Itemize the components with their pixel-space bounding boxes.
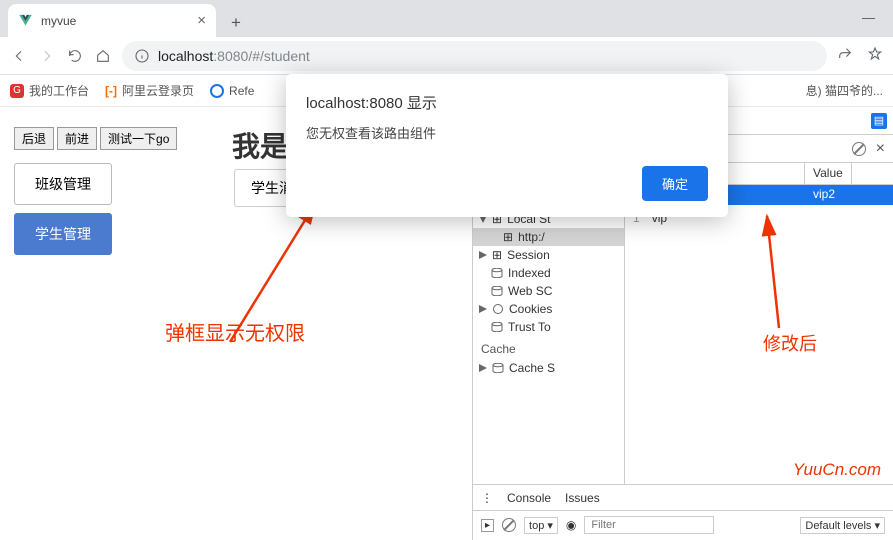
- forward-button: [38, 47, 56, 65]
- bookmark-item[interactable]: G我的工作台: [10, 82, 89, 99]
- eye-icon[interactable]: ◉: [566, 518, 576, 532]
- info-icon: [134, 48, 150, 64]
- issues-tab[interactable]: Issues: [565, 491, 600, 505]
- browser-tab[interactable]: myvue ×: [8, 4, 216, 37]
- class-manage-button[interactable]: 班级管理: [14, 163, 112, 205]
- bookmark-truncated[interactable]: 息) 猫四爷的...: [806, 82, 883, 99]
- bookmark-item[interactable]: Refe: [210, 84, 254, 98]
- minimize-icon[interactable]: —: [862, 10, 875, 25]
- bookmark-item[interactable]: [-]阿里云登录页: [105, 82, 194, 99]
- annotation-text-1: 弹框显示无权限: [165, 317, 305, 346]
- tree-item-trust[interactable]: Trust To: [473, 318, 624, 336]
- nav-forward-button[interactable]: 前进: [57, 127, 97, 150]
- tree-item-cache[interactable]: Cache S: [473, 359, 624, 377]
- tree-item-http[interactable]: ⊞http:/: [473, 228, 624, 246]
- line-number: 1: [633, 211, 640, 478]
- close-devtools-icon[interactable]: ×: [876, 140, 885, 158]
- editor-content: vip: [652, 211, 667, 478]
- page-title: 我是: [232, 125, 288, 165]
- context-select[interactable]: top ▾: [524, 517, 558, 534]
- tree-item-session[interactable]: ⊞Session: [473, 246, 624, 264]
- url-text: localhost:8080/#/student: [158, 48, 310, 64]
- home-button[interactable]: [94, 47, 112, 65]
- console-play-icon[interactable]: ▸: [481, 519, 494, 532]
- vue-logo-icon: [18, 13, 33, 28]
- tree-item-websql[interactable]: Web SC: [473, 282, 624, 300]
- watermark: YuuCn.com: [793, 460, 881, 480]
- share-icon[interactable]: [837, 46, 853, 65]
- clear-icon[interactable]: [852, 142, 866, 156]
- close-tab-icon[interactable]: ×: [197, 12, 206, 29]
- gitee-icon: G: [10, 84, 24, 98]
- console-clear-icon[interactable]: [502, 518, 516, 532]
- alert-dialog: localhost:8080 显示 您无权查看该路由组件 确定: [286, 74, 728, 217]
- nav-back-button[interactable]: 后退: [14, 127, 54, 150]
- dialog-message: 您无权查看该路由组件: [306, 123, 708, 142]
- bookmark-star-icon[interactable]: [867, 46, 883, 65]
- tree-header: Cache: [473, 336, 624, 359]
- annotation-text-2: 修改后: [763, 330, 817, 356]
- value-editor[interactable]: 1 vip: [625, 205, 893, 484]
- tab-title: myvue: [41, 14, 76, 28]
- aliyun-icon: [-]: [105, 84, 117, 98]
- nav-test-button[interactable]: 测试一下go: [100, 127, 177, 150]
- levels-select[interactable]: Default levels ▾: [800, 517, 885, 534]
- dialog-title: localhost:8080 显示: [306, 92, 708, 113]
- reload-button[interactable]: [66, 47, 84, 65]
- console-filter-input[interactable]: [584, 516, 714, 534]
- refresh-icon: [210, 84, 224, 98]
- issue-badge-icon[interactable]: ▤: [871, 113, 887, 129]
- console-tab[interactable]: Console: [507, 491, 551, 505]
- address-bar[interactable]: localhost:8080/#/student: [122, 41, 827, 71]
- value-header: Value: [805, 163, 852, 184]
- dialog-ok-button[interactable]: 确定: [642, 166, 708, 201]
- tree-item-cookies[interactable]: Cookies: [473, 300, 624, 318]
- tree-item-indexed[interactable]: Indexed: [473, 264, 624, 282]
- console-drawer-icon[interactable]: ⋮: [481, 491, 493, 505]
- kv-value: vip2: [805, 185, 843, 205]
- new-tab-button[interactable]: +: [222, 9, 250, 37]
- student-manage-button[interactable]: 学生管理: [14, 213, 112, 255]
- back-button[interactable]: [10, 47, 28, 65]
